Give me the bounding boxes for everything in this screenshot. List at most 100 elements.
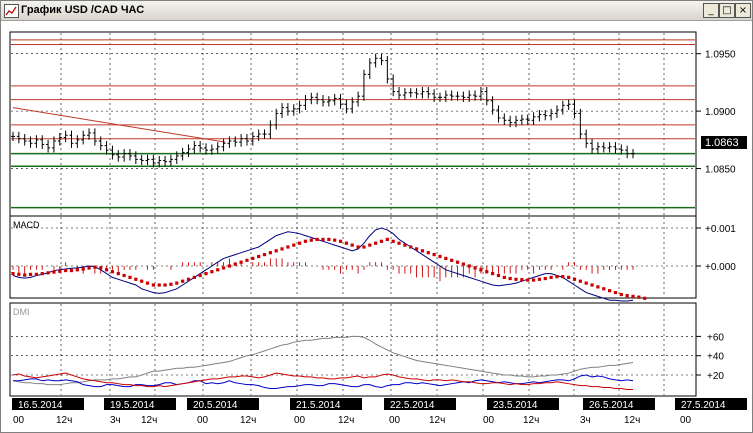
signal-point	[508, 276, 512, 281]
signal-point	[145, 281, 150, 285]
signal-point	[251, 256, 255, 260]
signal-point	[75, 268, 79, 272]
signal-point	[104, 268, 109, 272]
hour-label: 12ч	[141, 415, 157, 426]
signal-point	[531, 278, 536, 282]
chart-area[interactable]: 1.0950 1.0900 1.0850 1.0863 MACD +0.001 +0.…	[1, 20, 752, 432]
signal-point	[403, 243, 407, 247]
signal-point	[479, 268, 483, 272]
signal-point	[257, 254, 261, 259]
signal-point	[221, 266, 226, 270]
signal-point	[467, 264, 471, 268]
signal-point	[625, 294, 629, 298]
signal-point	[496, 273, 501, 278]
signal-point	[414, 247, 419, 251]
signal-point	[350, 243, 354, 247]
signal-point	[245, 258, 249, 262]
signal-point	[198, 273, 202, 278]
signal-point	[356, 245, 360, 249]
signal-point	[163, 283, 167, 287]
signal-point	[64, 268, 68, 273]
signal-point	[186, 277, 191, 281]
signal-point	[274, 249, 278, 253]
current-price-label: 1.0863	[705, 137, 739, 149]
signal-point	[374, 241, 378, 245]
hour-label: 12ч	[523, 415, 539, 426]
title-bar[interactable]: График USD /CAD ЧАС _ □ ×	[1, 1, 752, 21]
y-tick-label: +0.000	[705, 262, 736, 273]
signal-point	[333, 238, 337, 242]
macd-label: MACD	[13, 220, 40, 230]
signal-point	[134, 277, 138, 281]
signal-point	[549, 275, 553, 279]
signal-point	[526, 278, 530, 282]
signal-point	[321, 237, 325, 241]
signal-point	[210, 270, 214, 274]
signal-point	[298, 241, 302, 245]
signal-point	[46, 271, 50, 275]
signal-point	[362, 245, 366, 249]
signal-point	[555, 275, 559, 279]
y-tick-label: 1.0850	[705, 165, 736, 176]
signal-point	[514, 277, 518, 281]
signal-point	[643, 296, 647, 300]
signal-point	[140, 279, 144, 283]
signal-point	[455, 260, 460, 264]
close-button[interactable]: ×	[735, 3, 751, 18]
signal-point	[409, 245, 413, 249]
signal-point	[99, 266, 103, 270]
signal-point	[444, 256, 448, 260]
hour-label: 12ч	[429, 415, 445, 426]
date-label: 20.5.2014	[193, 400, 238, 411]
hour-label: 12ч	[56, 415, 72, 426]
signal-point	[613, 291, 618, 295]
signal-point	[40, 272, 44, 276]
signal-point	[303, 239, 308, 243]
signal-point	[11, 272, 15, 276]
y-tick-label: +40	[707, 352, 724, 363]
date-label: 22.5.2014	[390, 400, 435, 411]
signal-point	[157, 283, 161, 287]
hour-label: 3ч	[110, 415, 121, 426]
signal-point	[596, 285, 600, 289]
y-tick-label: +0.001	[705, 224, 736, 235]
signal-point	[619, 292, 623, 297]
signal-point	[584, 281, 588, 285]
signal-point	[567, 275, 571, 279]
signal-point	[631, 294, 635, 298]
signal-point	[175, 281, 179, 285]
date-label: 23.5.2014	[493, 400, 538, 411]
signal-point	[502, 275, 506, 279]
date-label: 16.5.2014	[18, 400, 63, 411]
date-label: 21.5.2014	[296, 400, 341, 411]
dmi-label: DMI	[13, 307, 30, 317]
signal-point	[537, 277, 542, 281]
signal-point	[116, 272, 120, 276]
y-tick-label: +60	[707, 332, 724, 343]
signal-point	[572, 277, 577, 281]
signal-point	[368, 243, 372, 247]
signal-point	[561, 275, 565, 279]
signal-point	[608, 289, 612, 293]
signal-point	[385, 237, 389, 241]
signal-point	[520, 278, 524, 282]
signal-point	[432, 253, 436, 257]
signal-point	[122, 273, 126, 278]
maximize-button[interactable]: □	[719, 3, 735, 18]
signal-point	[233, 262, 237, 266]
signal-point	[52, 270, 56, 274]
chart-app-icon	[4, 4, 19, 18]
signal-point	[128, 275, 132, 279]
signal-point	[344, 241, 348, 245]
window-title: График USD /CAD ЧАС	[21, 4, 145, 16]
signal-point	[473, 266, 477, 270]
signal-point	[543, 276, 547, 281]
signal-point	[590, 283, 594, 287]
signal-point	[327, 237, 331, 241]
hour-label: 00	[389, 415, 401, 426]
signal-point	[602, 287, 606, 291]
signal-point	[292, 243, 296, 247]
dmi-panel[interactable]	[9, 302, 697, 397]
price-panel[interactable]	[9, 31, 697, 228]
minimize-button[interactable]: _	[703, 3, 719, 18]
